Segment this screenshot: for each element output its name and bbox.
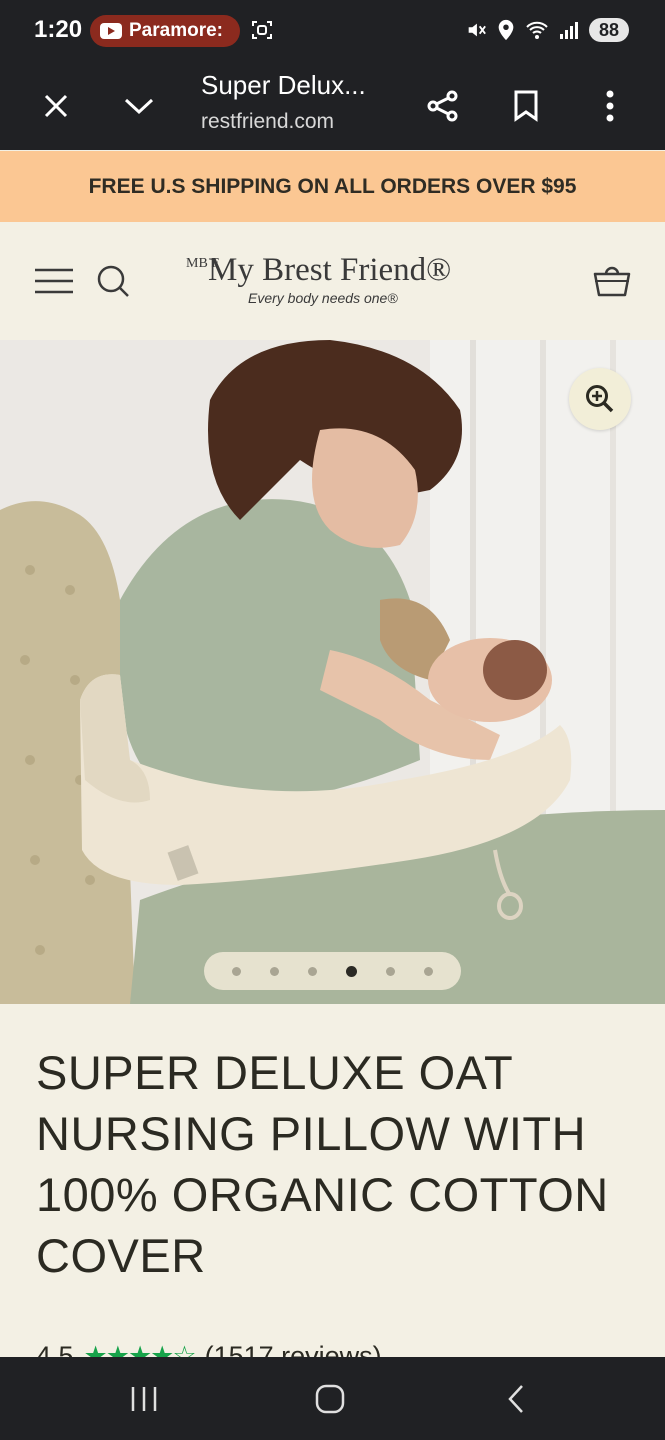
- home-icon: [315, 1384, 345, 1414]
- media-label: Paramore:: [129, 20, 223, 41]
- mute-icon: [468, 23, 486, 37]
- hamburger-menu-icon[interactable]: [34, 268, 74, 294]
- recents-button[interactable]: [114, 1377, 174, 1421]
- minimize-tab-button[interactable]: [117, 84, 161, 128]
- status-time: 1:20: [34, 16, 83, 43]
- gallery-dot[interactable]: [232, 966, 242, 976]
- chevron-down-icon: [124, 98, 154, 115]
- close-tab-button[interactable]: [34, 84, 78, 128]
- gallery-dot[interactable]: [345, 965, 357, 977]
- share-icon: [427, 90, 458, 122]
- zoom-in-icon: [586, 385, 614, 413]
- more-vert-icon: [606, 90, 614, 122]
- screen-capture-icon: [252, 21, 272, 39]
- bookmark-icon: [514, 90, 538, 122]
- product-photo: [0, 340, 665, 1004]
- media-playback-chip[interactable]: Paramore:: [90, 15, 240, 47]
- gallery-dot[interactable]: [270, 966, 280, 976]
- overflow-menu-button[interactable]: [588, 84, 632, 128]
- site-logo[interactable]: MB F My Brest Friend® Every body needs o…: [186, 252, 486, 312]
- bookmark-button[interactable]: [504, 84, 548, 128]
- logo-name: My Brest Friend®: [208, 252, 452, 288]
- logo-tagline: Every body needs one®: [248, 290, 398, 306]
- android-nav-bar: [0, 1357, 665, 1440]
- product-title: SUPER DELUXE OAT NURSING PILLOW WITH 100…: [36, 1046, 609, 1282]
- gallery-dot[interactable]: [308, 966, 318, 976]
- tab-title[interactable]: Super Delux...: [201, 70, 366, 101]
- recents-icon: [131, 1387, 157, 1411]
- tab-url[interactable]: restfriend.com: [201, 110, 334, 134]
- browser-toolbar: Super Delux... restfriend.com: [0, 62, 665, 150]
- site-header: MB F My Brest Friend® Every body needs o…: [0, 222, 665, 340]
- cart-icon[interactable]: [592, 262, 632, 298]
- zoom-button[interactable]: [569, 368, 631, 430]
- youtube-icon: [100, 23, 122, 39]
- product-image-gallery[interactable]: [0, 340, 665, 1004]
- shipping-banner-text: FREE U.S SHIPPING ON ALL ORDERS OVER $95: [88, 174, 577, 198]
- gallery-pagination: [204, 952, 461, 990]
- share-button[interactable]: [421, 84, 465, 128]
- battery-indicator: 88: [589, 18, 629, 42]
- shipping-banner[interactable]: FREE U.S SHIPPING ON ALL ORDERS OVER $95: [0, 151, 665, 222]
- search-icon[interactable]: [96, 264, 130, 298]
- back-icon: [508, 1385, 523, 1413]
- gallery-dot[interactable]: [385, 966, 395, 976]
- system-icons: 88: [465, 18, 629, 42]
- location-icon: [498, 19, 514, 41]
- signal-icon: [560, 22, 578, 39]
- gallery-dot[interactable]: [423, 966, 433, 976]
- wifi-icon: [526, 21, 548, 39]
- back-button[interactable]: [486, 1377, 546, 1421]
- home-button[interactable]: [300, 1377, 360, 1421]
- close-icon: [44, 94, 68, 118]
- status-bar: 1:20 Paramore: 88: [0, 0, 665, 62]
